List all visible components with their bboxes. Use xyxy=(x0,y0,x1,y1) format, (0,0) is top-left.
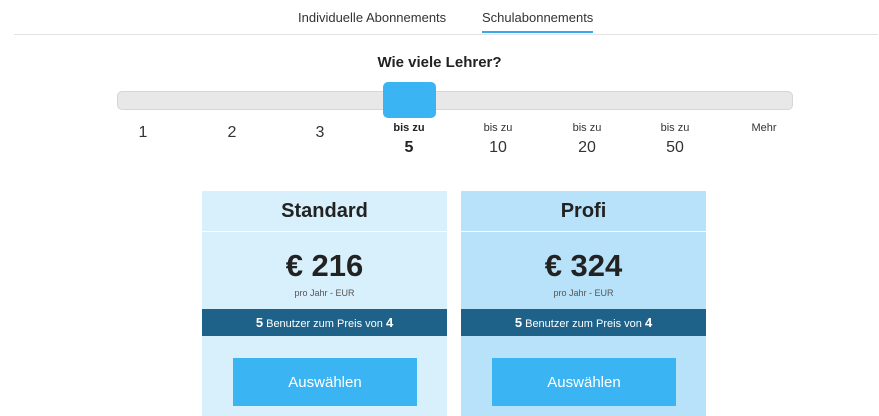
tick-3[interactable]: 3 xyxy=(290,122,350,143)
offer-text: Benutzer zum Preis von xyxy=(522,318,645,330)
plan-price: € 216 xyxy=(285,248,364,283)
subscription-tabs: Individuelle Abonnements Schulabonnement… xyxy=(14,0,878,35)
plan-price: € 324 xyxy=(544,248,623,283)
plan-card-standard: Standard € 216 pro Jahr - EUR 5 Benutzer… xyxy=(202,191,447,416)
tick-10[interactable]: bis zu 10 xyxy=(468,122,528,158)
tick-value: 10 xyxy=(489,139,507,156)
tick-value: 1 xyxy=(138,124,148,141)
tick-5[interactable]: bis zu 5 xyxy=(379,122,439,158)
tick-value: 50 xyxy=(666,139,684,156)
select-profi-button[interactable]: Auswählen xyxy=(492,358,676,406)
tick-prefix: bis zu xyxy=(483,122,513,134)
tick-prefix: bis zu xyxy=(393,122,425,134)
offer-count: 5 xyxy=(255,315,264,330)
offer-price: 4 xyxy=(385,315,394,330)
tick-20[interactable]: bis zu 20 xyxy=(557,122,617,158)
offer-count: 5 xyxy=(514,315,523,330)
select-standard-button[interactable]: Auswählen xyxy=(233,358,417,406)
tab-school[interactable]: Schulabonnements xyxy=(482,10,594,33)
offer-bar: 5 Benutzer zum Preis von 4 xyxy=(461,309,706,336)
teacher-count-question: Wie viele Lehrer? xyxy=(377,54,502,71)
plan-period: pro Jahr - EUR xyxy=(294,288,355,298)
plan-period: pro Jahr - EUR xyxy=(553,288,614,298)
tick-value: 5 xyxy=(404,139,414,156)
tick-value: 3 xyxy=(315,124,325,141)
tick-prefix: bis zu xyxy=(572,122,602,134)
tick-50[interactable]: bis zu 50 xyxy=(645,122,705,158)
slider-ticks: 1 2 3 bis zu 5 bis zu 10 bis zu 20 bis z… xyxy=(0,122,879,162)
plan-name: Standard xyxy=(202,191,447,232)
plan-card-profi: Profi € 324 pro Jahr - EUR 5 Benutzer zu… xyxy=(461,191,706,416)
plan-name: Profi xyxy=(461,191,706,232)
tick-value: 2 xyxy=(227,124,237,141)
offer-price: 4 xyxy=(644,315,653,330)
tick-prefix: bis zu xyxy=(660,122,690,134)
tick-1[interactable]: 1 xyxy=(113,122,173,143)
tick-value: 20 xyxy=(578,139,596,156)
tab-individual[interactable]: Individuelle Abonnements xyxy=(298,10,446,25)
teacher-slider-track[interactable] xyxy=(117,91,793,110)
tick-label: Mehr xyxy=(751,122,777,134)
offer-bar: 5 Benutzer zum Preis von 4 xyxy=(202,309,447,336)
teacher-slider-thumb[interactable] xyxy=(383,82,436,118)
offer-text: Benutzer zum Preis von xyxy=(263,318,386,330)
tick-more[interactable]: Mehr xyxy=(734,122,794,135)
tick-2[interactable]: 2 xyxy=(202,122,262,143)
